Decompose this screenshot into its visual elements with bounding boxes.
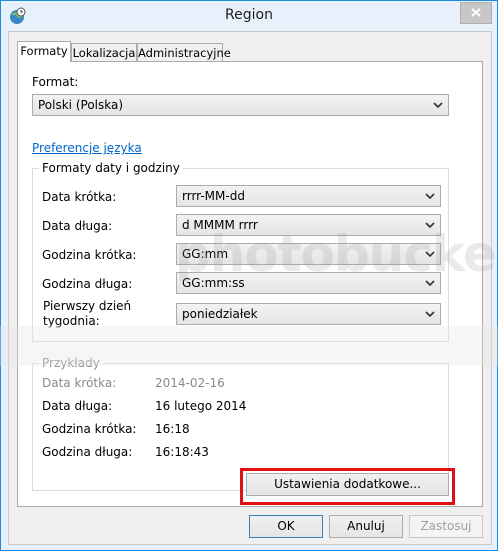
format-value: Polski (Polska) (38, 98, 124, 112)
example-long-time-label: Godzina długa: (42, 445, 133, 459)
apply-button[interactable]: Zastosuj (409, 515, 483, 538)
short-date-select[interactable]: rrrr-MM-dd (176, 185, 441, 207)
example-short-time-label: Godzina krótka: (42, 422, 137, 436)
chevron-down-icon (425, 251, 435, 258)
formats-panel: Format: Polski (Polska) Preferencje języ… (17, 61, 483, 507)
title-bar: Region (1, 1, 497, 31)
chevron-down-icon (425, 280, 435, 287)
long-date-value: d MMMM rrrr (182, 218, 258, 232)
short-time-label: Godzina krótka: (42, 248, 137, 262)
example-long-time-value: 16:18:43 (155, 445, 209, 459)
close-button[interactable] (460, 2, 492, 24)
chevron-down-icon (433, 102, 443, 109)
close-icon (471, 8, 481, 17)
short-date-label: Data krótka: (42, 190, 117, 204)
first-day-label-line1: Pierwszy dzień (43, 299, 132, 313)
format-label: Format: (32, 75, 79, 89)
first-day-label-line2: tygodnia: (43, 314, 100, 328)
long-time-value: GG:mm:ss (182, 276, 245, 290)
example-short-date-label: Data krótka: (42, 376, 117, 390)
examples-title: Przykłady (39, 356, 103, 370)
language-preferences-link[interactable]: Preferencje języka (32, 141, 142, 155)
long-date-label: Data długa: (42, 219, 113, 233)
chevron-down-icon (425, 311, 435, 318)
tab-formats[interactable]: Formaty (17, 41, 71, 62)
dialog-body: Formaty Lokalizacja Administracyjne Form… (8, 31, 492, 545)
tab-location[interactable]: Lokalizacja (71, 43, 137, 61)
chevron-down-icon (425, 193, 435, 200)
short-time-select[interactable]: GG:mm (176, 243, 441, 265)
long-time-select[interactable]: GG:mm:ss (176, 272, 441, 294)
first-day-value: poniedziałek (182, 307, 258, 321)
ok-button[interactable]: OK (249, 515, 323, 538)
tab-administrative[interactable]: Administracyjne (137, 43, 231, 61)
example-short-time-value: 16:18 (155, 422, 190, 436)
first-day-select[interactable]: poniedziałek (176, 303, 441, 325)
short-time-value: GG:mm (182, 247, 229, 261)
region-dialog: Region Formaty Lokalizacja Administracyj… (0, 0, 498, 551)
long-date-select[interactable]: d MMMM rrrr (176, 214, 441, 236)
additional-settings-button[interactable]: Ustawienia dodatkowe... (246, 473, 449, 496)
format-select[interactable]: Polski (Polska) (32, 94, 449, 116)
window-title: Region (225, 7, 273, 23)
example-long-date-label: Data długa: (42, 399, 113, 413)
datetime-formats-group: Formaty daty i godziny Data krótka: rrrr… (32, 161, 449, 342)
long-time-label: Godzina długa: (42, 277, 133, 291)
chevron-down-icon (425, 222, 435, 229)
example-long-date-value: 16 lutego 2014 (155, 399, 247, 413)
cancel-button[interactable]: Anuluj (329, 515, 403, 538)
short-date-value: rrrr-MM-dd (182, 189, 245, 203)
example-short-date-value: 2014-02-16 (155, 376, 225, 390)
datetime-formats-title: Formaty daty i godziny (39, 161, 183, 175)
